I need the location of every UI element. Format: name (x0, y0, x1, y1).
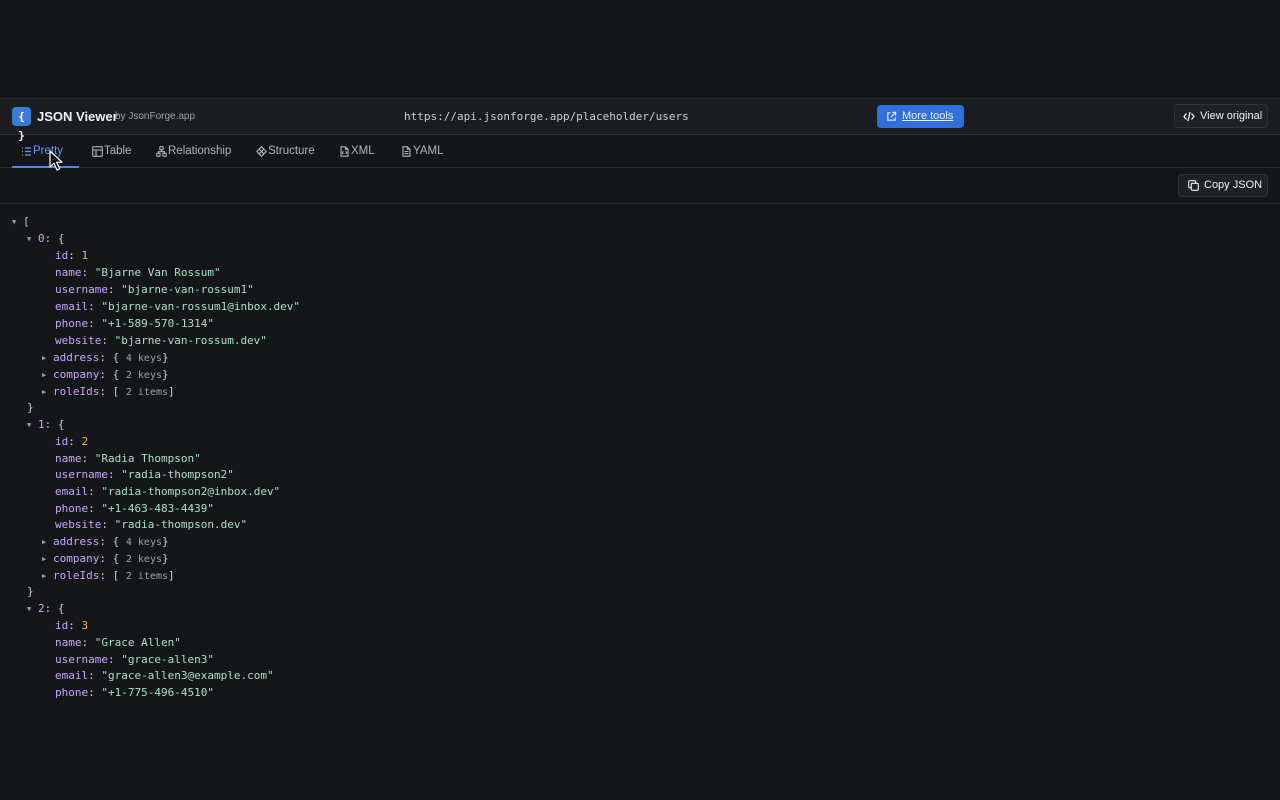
caret-right-icon[interactable]: ▶ (42, 350, 53, 367)
table-icon (92, 146, 103, 157)
copy-icon (1188, 180, 1199, 191)
tree-close: } (27, 585, 34, 598)
tree-row: id: 3 (55, 619, 89, 632)
tab-table[interactable]: Table (83, 136, 143, 167)
tree-row: name: "Bjarne Van Rossum" (55, 266, 221, 279)
copy-json-label: Copy JSON (1204, 179, 1263, 191)
code-icon (1183, 111, 1195, 122)
tree-row: phone: "+1-589-570-1314" (55, 317, 214, 330)
caret-down-icon[interactable]: ▼ (27, 601, 38, 618)
tree-row: name: "Grace Allen" (55, 636, 181, 649)
caret-right-icon[interactable]: ▶ (42, 568, 53, 585)
tab-relationship[interactable]: Relationship (147, 136, 243, 167)
tab-yaml[interactable]: YAML (392, 136, 456, 167)
tree-row: id: 1 (55, 249, 89, 262)
tree-root[interactable]: ▼[ (12, 213, 30, 230)
tree-row: username: "radia-thompson2" (55, 468, 234, 481)
tree-item-1[interactable]: ▼ 1: { (27, 416, 65, 433)
external-link-icon (887, 111, 897, 121)
tree-row: username: "grace-allen3" (55, 653, 214, 666)
tab-xml-label: XML (351, 145, 375, 157)
caret-right-icon[interactable]: ▶ (42, 367, 53, 384)
source-url: https://api.jsonforge.app/placeholder/us… (404, 110, 689, 123)
tree-row: phone: "+1-463-483-4439" (55, 502, 214, 515)
tree-row: username: "bjarne-van-rossum1" (55, 283, 254, 296)
yaml-file-icon (402, 146, 411, 157)
view-tabs: Pretty Table Relationship Structure XML … (0, 136, 1280, 168)
xml-file-icon (340, 146, 349, 157)
mouse-cursor-icon (49, 150, 63, 171)
json-logo-icon: { } (12, 107, 31, 142)
tree-row: website: "radia-thompson.dev" (55, 518, 248, 531)
view-original-label: View original (1200, 110, 1263, 122)
tab-yaml-label: YAML (413, 145, 444, 157)
tree-item-0[interactable]: ▼ 0: { (27, 230, 65, 247)
structure-icon (256, 146, 267, 157)
tree-row-collapsed[interactable]: ▶ address: { 4 keys} (42, 349, 169, 366)
tree-row-collapsed[interactable]: ▶ roleIds: [ 2 items] (42, 567, 175, 584)
tree-row: id: 2 (55, 435, 89, 448)
tree-row-collapsed[interactable]: ▶ company: { 2 keys} (42, 550, 169, 567)
caret-down-icon[interactable]: ▼ (12, 214, 23, 231)
app-title: JSON Viewer (37, 109, 118, 124)
tab-table-label: Table (104, 145, 132, 157)
list-icon (22, 147, 31, 156)
more-tools-label: More tools (902, 110, 954, 122)
tree-row: phone: "+1-775-496-4510" (55, 686, 214, 699)
tree-row: email: "bjarne-van-rossum1@inbox.dev" (55, 300, 301, 313)
tree-row-collapsed[interactable]: ▶ roleIds: [ 2 items] (42, 383, 175, 400)
relationship-icon (156, 146, 167, 157)
tree-close: } (27, 401, 34, 414)
tree-row-collapsed[interactable]: ▶ address: { 4 keys} (42, 533, 169, 550)
more-tools-button[interactable]: More tools (877, 105, 964, 128)
viewer-toolbar: Copy JSON (0, 168, 1280, 204)
tree-row: email: "grace-allen3@example.com" (55, 669, 274, 682)
tab-xml[interactable]: XML (330, 136, 388, 167)
caret-right-icon[interactable]: ▶ (42, 384, 53, 401)
tree-row: email: "radia-thompson2@inbox.dev" (55, 485, 281, 498)
tree-row-collapsed[interactable]: ▶ company: { 2 keys} (42, 366, 169, 383)
tree-item-2[interactable]: ▼ 2: { (27, 600, 65, 617)
header-bar: { } JSON Viewer by JsonForge.app https:/… (0, 98, 1280, 142)
tree-row: website: "bjarne-van-rossum.dev" (55, 334, 267, 347)
caret-right-icon[interactable]: ▶ (42, 534, 53, 551)
caret-down-icon[interactable]: ▼ (27, 231, 38, 248)
tree-row: name: "Radia Thompson" (55, 452, 201, 465)
tab-pretty[interactable]: Pretty (12, 136, 79, 168)
copy-json-button[interactable]: Copy JSON (1178, 174, 1268, 197)
tab-structure[interactable]: Structure (247, 136, 327, 167)
caret-down-icon[interactable]: ▼ (27, 417, 38, 434)
tab-structure-label: Structure (268, 145, 315, 157)
view-original-button[interactable]: View original (1174, 104, 1268, 128)
tab-relationship-label: Relationship (168, 145, 232, 157)
caret-right-icon[interactable]: ▶ (42, 551, 53, 568)
app-byline: by JsonForge.app (115, 111, 196, 122)
